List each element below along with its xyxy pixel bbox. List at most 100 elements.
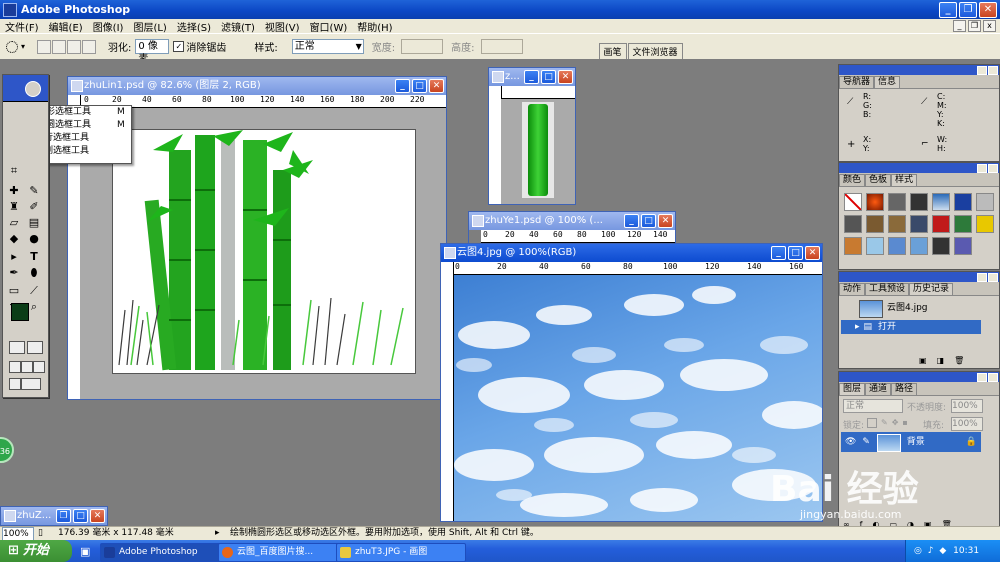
adobe-eye-icon[interactable] bbox=[25, 81, 41, 97]
minimize-button[interactable]: _ bbox=[395, 79, 410, 93]
clock[interactable]: 10:31 bbox=[953, 546, 979, 556]
add-selection-button[interactable] bbox=[52, 39, 67, 54]
blur-tool-icon[interactable]: ◆ bbox=[5, 231, 23, 247]
close-button[interactable]: ✕ bbox=[658, 214, 673, 228]
style-swatch[interactable] bbox=[888, 215, 906, 233]
path-select-icon[interactable]: ▸ bbox=[5, 249, 23, 265]
history-step-open[interactable]: ▸ ▤ 打开 bbox=[841, 320, 981, 334]
width-input[interactable] bbox=[401, 39, 444, 54]
menu-layer[interactable]: 图层(L) bbox=[128, 19, 171, 34]
style-swatch[interactable] bbox=[910, 193, 928, 211]
close-button[interactable]: ✕ bbox=[429, 79, 444, 93]
minimize-button[interactable]: _ bbox=[939, 2, 957, 18]
style-swatch[interactable] bbox=[910, 237, 928, 255]
menu-view[interactable]: 视图(V) bbox=[260, 19, 305, 34]
lock-all-icon[interactable]: ▪ bbox=[902, 418, 907, 428]
antialias-checkbox[interactable]: ✓ bbox=[173, 41, 185, 52]
new-selection-button[interactable] bbox=[37, 39, 52, 54]
show-desktop-icon[interactable]: ▣ bbox=[80, 545, 90, 558]
brush-tool-icon[interactable]: ✎ bbox=[25, 183, 43, 199]
close-button[interactable]: ✕ bbox=[805, 246, 820, 260]
palette-close-button[interactable] bbox=[988, 66, 998, 75]
style-swatch[interactable] bbox=[888, 237, 906, 255]
tray-icon-volume[interactable]: ♪ bbox=[928, 546, 934, 556]
tab-layers[interactable]: 图层 bbox=[839, 383, 866, 395]
close-button[interactable]: ✕ bbox=[90, 509, 105, 523]
shape-tool-icon[interactable]: ⬮ bbox=[25, 265, 43, 281]
maximize-button[interactable]: □ bbox=[788, 246, 803, 260]
start-button[interactable]: ⊞ 开始 bbox=[0, 540, 72, 562]
palette-close-button[interactable] bbox=[988, 373, 998, 382]
opacity-input[interactable]: 100% bbox=[951, 399, 983, 413]
minimize-button[interactable]: _ bbox=[771, 246, 786, 260]
minimize-button[interactable]: _ bbox=[524, 70, 539, 84]
dodge-tool-icon[interactable]: ● bbox=[25, 231, 43, 247]
doc-restore-button[interactable]: ❐ bbox=[968, 20, 981, 32]
tray-icon-security[interactable]: ◆ bbox=[939, 546, 946, 556]
close-button[interactable]: ✕ bbox=[979, 2, 997, 18]
style-swatch[interactable] bbox=[932, 237, 950, 255]
tab-history[interactable]: 历史记录 bbox=[909, 283, 954, 295]
style-swatch[interactable] bbox=[866, 215, 884, 233]
new-snapshot-icon[interactable]: ◨ bbox=[937, 356, 945, 365]
tab-color[interactable]: 颜色 bbox=[839, 174, 866, 186]
menu-window[interactable]: 窗口(W) bbox=[305, 19, 353, 34]
foreground-color-swatch[interactable] bbox=[11, 303, 29, 321]
palette-minimize-button[interactable] bbox=[977, 373, 987, 382]
canvas-image-bamboo-stem[interactable] bbox=[522, 102, 554, 198]
close-button[interactable]: ✕ bbox=[558, 70, 573, 84]
style-swatch[interactable] bbox=[954, 215, 972, 233]
style-swatch[interactable] bbox=[888, 193, 906, 211]
fill-input[interactable]: 100% bbox=[951, 417, 983, 431]
tab-tool-presets[interactable]: 工具预设 bbox=[865, 283, 910, 295]
ellipse-marquee-preset-icon[interactable] bbox=[6, 40, 18, 53]
standard-mode-button[interactable] bbox=[9, 341, 25, 354]
palette-minimize-button[interactable] bbox=[977, 164, 987, 173]
height-input[interactable] bbox=[480, 39, 523, 54]
palette-close-button[interactable] bbox=[988, 164, 998, 173]
jump-imageready-button[interactable] bbox=[9, 378, 21, 390]
quickmask-mode-button[interactable] bbox=[27, 341, 43, 354]
maximize-button[interactable]: □ bbox=[541, 70, 556, 84]
screen-mode-full-menu-button[interactable] bbox=[21, 361, 33, 373]
menu-edit[interactable]: 编辑(E) bbox=[44, 19, 88, 34]
lock-transparency-checkbox[interactable] bbox=[867, 418, 877, 428]
lock-position-icon[interactable]: ✥ bbox=[892, 418, 899, 428]
feather-input[interactable]: 0 像素 bbox=[135, 39, 170, 65]
tab-brush[interactable]: 画笔 bbox=[598, 43, 627, 59]
maximize-button[interactable]: □ bbox=[641, 214, 656, 228]
tab-swatches[interactable]: 色板 bbox=[865, 174, 892, 186]
menu-file[interactable]: 文件(F) bbox=[0, 19, 44, 34]
pen-tool-icon[interactable]: ✒ bbox=[5, 265, 23, 281]
tab-navigator[interactable]: 导航器 bbox=[839, 76, 875, 88]
type-tool-icon[interactable]: T bbox=[25, 249, 43, 265]
notes-tool-icon[interactable]: ▭ bbox=[5, 283, 23, 299]
gradient-tool-icon[interactable]: ▤ bbox=[25, 215, 43, 231]
style-swatch[interactable] bbox=[932, 193, 950, 211]
eraser-tool-icon[interactable]: ▱ bbox=[5, 215, 23, 231]
style-swatch[interactable] bbox=[976, 215, 994, 233]
subtract-selection-button[interactable] bbox=[67, 39, 82, 54]
delete-icon[interactable]: 🗑 bbox=[954, 356, 964, 365]
chevron-down-icon[interactable]: ▾ bbox=[21, 42, 25, 51]
maximize-button[interactable]: □ bbox=[412, 79, 427, 93]
doc-close-button[interactable]: x bbox=[983, 20, 996, 32]
maximize-button[interactable]: □ bbox=[73, 509, 88, 523]
style-swatch[interactable] bbox=[844, 215, 862, 233]
stamp-tool-icon[interactable]: ♜ bbox=[5, 199, 23, 215]
style-swatch[interactable] bbox=[866, 193, 884, 211]
style-swatch[interactable] bbox=[932, 215, 950, 233]
style-swatch[interactable] bbox=[910, 215, 928, 233]
style-swatch[interactable] bbox=[954, 193, 972, 211]
task-photoshop[interactable]: Adobe Photoshop bbox=[100, 543, 230, 562]
menu-image[interactable]: 图像(I) bbox=[88, 19, 129, 34]
screen-mode-standard-button[interactable] bbox=[9, 361, 21, 373]
menu-help[interactable]: 帮助(H) bbox=[352, 19, 397, 34]
document-info-icon[interactable]: ▯ bbox=[38, 527, 43, 540]
style-swatch[interactable] bbox=[976, 193, 994, 211]
history-brush-icon[interactable]: ✐ bbox=[25, 199, 43, 215]
lock-image-icon[interactable]: ✎ bbox=[881, 418, 888, 428]
restore-button[interactable]: ❐ bbox=[959, 2, 977, 18]
tab-actions[interactable]: 动作 bbox=[839, 283, 866, 295]
history-snapshot[interactable]: 云图4.jpg bbox=[841, 298, 997, 318]
